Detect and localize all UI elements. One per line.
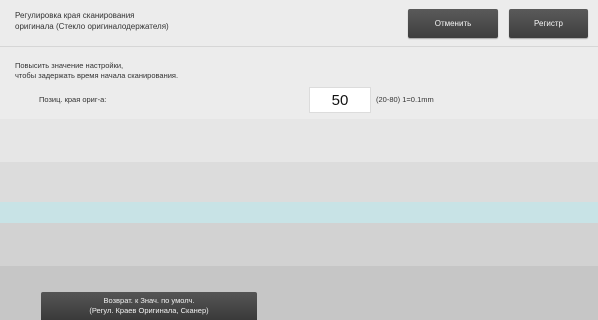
edge-position-value-field[interactable]: 50 bbox=[309, 87, 371, 113]
header-bar: Регулировка края сканирования оригинала … bbox=[0, 0, 598, 46]
edge-position-label: Позиц. края ориг-а: bbox=[39, 95, 107, 104]
reset-to-default-button[interactable]: Возврат. к Знач. по умолч. (Регул. Краев… bbox=[41, 292, 257, 320]
empty-row bbox=[0, 119, 598, 162]
empty-row bbox=[0, 223, 598, 266]
page-title: Регулировка края сканирования оригинала … bbox=[15, 11, 169, 31]
hint-text: Повысить значение настройки, чтобы задер… bbox=[15, 61, 179, 80]
cancel-button[interactable]: Отменить bbox=[408, 9, 498, 38]
register-button[interactable]: Регистр bbox=[509, 9, 588, 38]
settings-panel: Повысить значение настройки, чтобы задер… bbox=[0, 46, 598, 119]
highlight-row bbox=[0, 202, 598, 223]
empty-row bbox=[0, 162, 598, 202]
edge-position-range: (20-80) 1=0.1mm bbox=[376, 95, 434, 104]
